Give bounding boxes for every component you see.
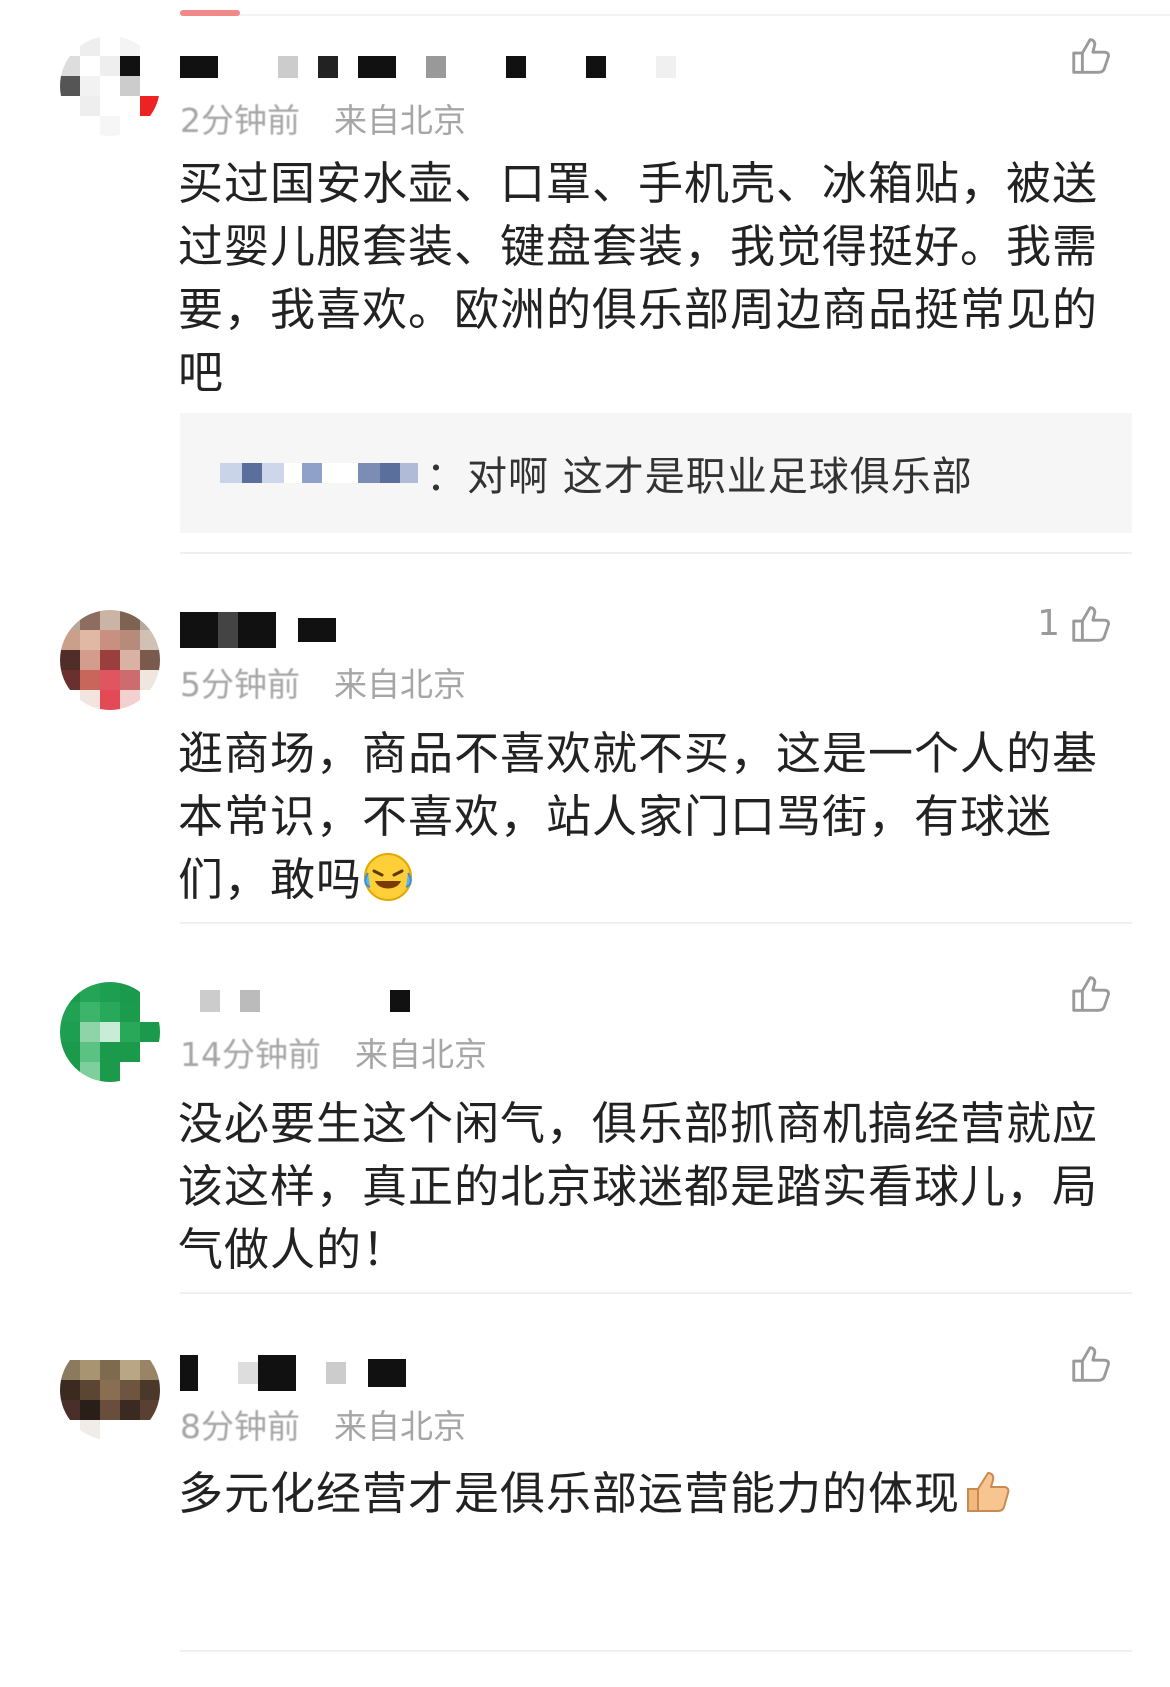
laughing-crying-emoji <box>364 853 413 901</box>
comment-meta: 8分钟前 来自北京 <box>180 1400 466 1448</box>
comment-meta: 14分钟前 来自北京 <box>180 1028 487 1076</box>
avatar[interactable] <box>60 982 160 1082</box>
thumbs-up-icon <box>1072 38 1110 74</box>
comment-text: 多元化经营才是俱乐部运营能力的体现 <box>178 1462 1108 1525</box>
thumbs-up-icon <box>1072 1346 1110 1382</box>
comment-location: 来自北京 <box>334 1407 466 1446</box>
comment-location: 来自北京 <box>355 1035 487 1074</box>
comment-meta: 2分钟前 来自北京 <box>180 94 466 142</box>
comment-location: 来自北京 <box>334 101 466 140</box>
avatar[interactable] <box>60 1340 160 1440</box>
comment-text: 买过国安水壶、口罩、手机壳、冰箱贴，被送过婴儿服套装、键盘套装，我觉得挺好。我需… <box>178 157 1099 399</box>
like-button[interactable] <box>1060 970 1114 1016</box>
username-blurred[interactable] <box>180 1355 406 1391</box>
comment-time: 14分钟前 <box>180 1035 321 1074</box>
thumbs-up-icon <box>1072 976 1110 1012</box>
like-button[interactable]: 1 <box>1037 600 1114 646</box>
comment-time: 8分钟前 <box>180 1407 300 1446</box>
avatar[interactable] <box>60 36 160 136</box>
reply-username-blurred <box>220 463 418 483</box>
reply-box[interactable]: ：对啊 这才是职业足球俱乐部 <box>180 413 1132 533</box>
like-button[interactable] <box>1060 32 1114 78</box>
comment-time: 5分钟前 <box>180 665 300 704</box>
top-accent-bar <box>180 10 240 16</box>
divider <box>180 922 1132 924</box>
divider <box>180 552 1132 554</box>
username-blurred[interactable] <box>180 612 336 648</box>
thumbs-up-emoji <box>967 1472 1010 1512</box>
avatar[interactable] <box>60 610 160 710</box>
reply-text: ：对啊 这才是职业足球俱乐部 <box>426 454 973 500</box>
username-blurred[interactable] <box>180 52 676 82</box>
comment-time: 2分钟前 <box>180 101 300 140</box>
comment-location: 来自北京 <box>334 665 466 704</box>
thumbs-up-icon <box>1072 606 1110 642</box>
username-blurred[interactable] <box>180 986 410 1016</box>
comment-text: 逛商场，商品不喜欢就不买，这是一个人的基本常识，不喜欢，站人家门口骂街，有球迷们… <box>178 722 1108 911</box>
like-count: 1 <box>1037 602 1060 644</box>
comment-meta: 5分钟前 来自北京 <box>180 658 466 706</box>
divider <box>180 1292 1132 1294</box>
comment-text-body: 逛商场，商品不喜欢就不买，这是一个人的基本常识，不喜欢，站人家门口骂街，有球迷们… <box>178 727 1099 906</box>
divider <box>180 1650 1132 1652</box>
comment-text: 没必要生这个闲气，俱乐部抓商机搞经营就应该这样，真正的北京球迷都是踏实看球儿，局… <box>178 1097 1099 1276</box>
top-divider <box>180 14 1170 16</box>
like-button[interactable] <box>1060 1340 1114 1386</box>
comment-text-body: 多元化经营才是俱乐部运营能力的体现 <box>178 1467 961 1520</box>
